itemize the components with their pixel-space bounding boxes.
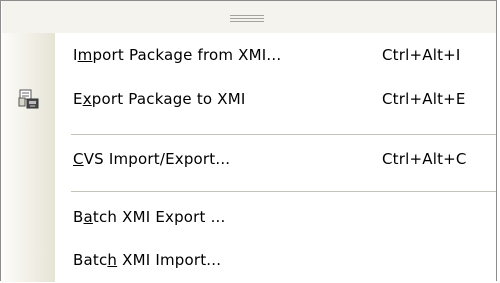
menu-item-import-package-from-xmi[interactable]: Import Package from XMI... Ctrl+Alt+I [2, 35, 496, 77]
menu-item-batch-xmi-import[interactable]: Batch XMI Import... [2, 240, 496, 282]
drag-grip-icon [230, 15, 264, 22]
menu-item-cvs-import-export[interactable]: CVS Import/Export... Ctrl+Alt+C [2, 139, 496, 181]
menu-item-label: CVS Import/Export... [73, 150, 231, 168]
xmi-context-menu: Import Package from XMI... Ctrl+Alt+I Ex… [0, 0, 497, 282]
menu-separator [71, 134, 496, 135]
menu-item-label: Batch XMI Import... [73, 251, 222, 269]
menu-item-label: Batch XMI Export ... [73, 208, 226, 226]
menu-separator [71, 191, 496, 192]
menu-item-shortcut: Ctrl+Alt+I [382, 46, 461, 64]
export-xmi-icon [17, 88, 41, 110]
menu-item-shortcut: Ctrl+Alt+E [382, 90, 466, 108]
menu-item-export-package-to-xmi[interactable]: Export Package to XMI Ctrl+Alt+E [2, 79, 496, 121]
menu-item-label: Import Package from XMI... [73, 46, 282, 64]
menu-drag-handle[interactable] [2, 1, 496, 33]
menu-item-label: Export Package to XMI [73, 90, 246, 108]
menu-item-shortcut: Ctrl+Alt+C [382, 150, 467, 168]
menu-item-batch-xmi-export[interactable]: Batch XMI Export ... [2, 197, 496, 239]
